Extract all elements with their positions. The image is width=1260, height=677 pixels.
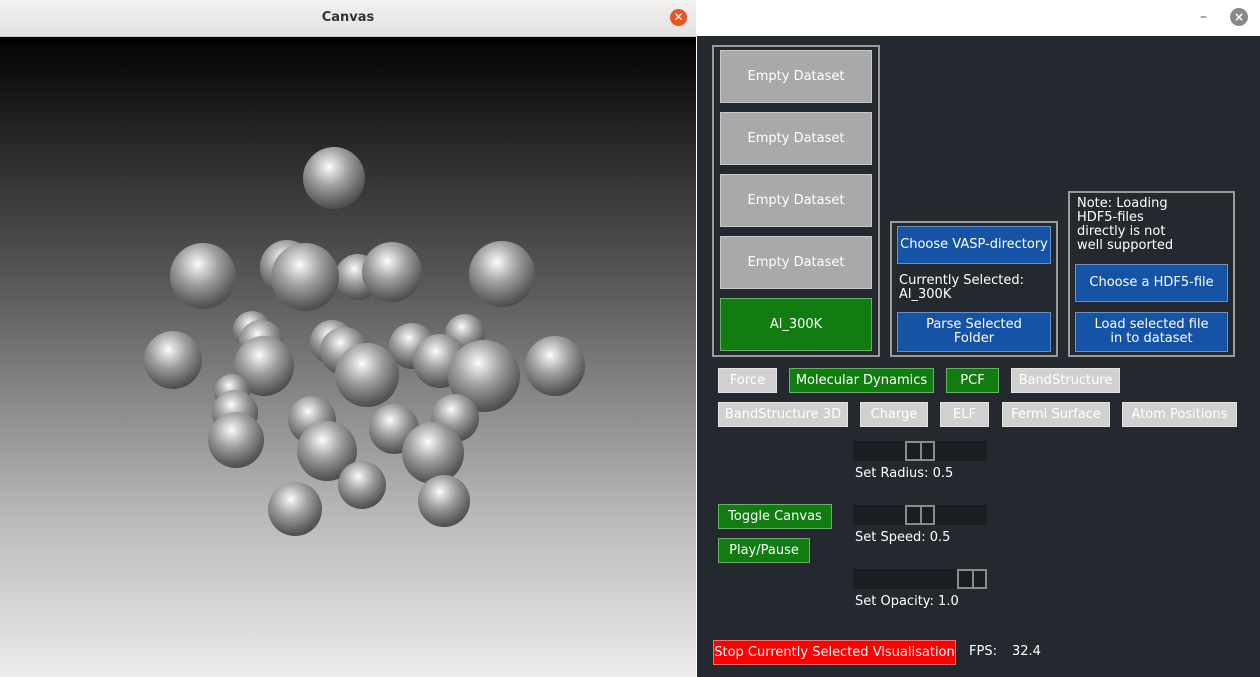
fps-value: 32.4	[1012, 644, 1041, 659]
atom-sphere	[402, 422, 464, 484]
atom-sphere	[469, 241, 535, 307]
atom-sphere	[208, 412, 264, 468]
atom-sphere	[268, 482, 322, 536]
atom-sphere	[335, 343, 399, 407]
toggle-canvas-button[interactable]: Toggle Canvas	[718, 504, 832, 529]
close-icon[interactable]: ×	[1230, 8, 1248, 26]
vis-atom-positions-button[interactable]: Atom Positions	[1122, 402, 1237, 427]
dataset-button-3[interactable]: Empty Dataset	[720, 174, 872, 227]
choose-vasp-directory-button[interactable]: Choose VASP-directory	[897, 226, 1051, 264]
dataset-button-1[interactable]: Empty Dataset	[720, 50, 872, 103]
hdf5-note: Note: Loading HDF5-files directly is not…	[1077, 196, 1174, 253]
canvas-title: Canvas	[321, 10, 375, 25]
dataset-button-2[interactable]: Empty Dataset	[720, 112, 872, 165]
vis-bandstructure-3d-button[interactable]: BandStructure 3D	[718, 402, 848, 427]
radius-slider[interactable]	[853, 441, 987, 461]
vis-molecular-dynamics-button[interactable]: Molecular Dynamics	[789, 368, 934, 393]
vis-bandstructure-button[interactable]: BandStructure	[1011, 368, 1120, 393]
3d-canvas[interactable]	[0, 37, 696, 677]
atom-sphere	[338, 461, 386, 509]
speed-slider[interactable]	[853, 505, 987, 525]
atom-sphere	[525, 336, 585, 396]
opacity-slider[interactable]	[853, 569, 987, 589]
atom-spheres	[144, 147, 585, 536]
vis-elf-button[interactable]: ELF	[940, 402, 989, 427]
atom-sphere	[418, 475, 470, 527]
opacity-label: Set Opacity: 1.0	[855, 594, 959, 609]
canvas-titlebar[interactable]: Canvas ✕	[0, 0, 696, 37]
radius-slider-handle[interactable]	[905, 441, 935, 461]
close-icon[interactable]: ✕	[670, 9, 687, 26]
atom-sphere	[303, 147, 365, 209]
vis-fermi-surface-button[interactable]: Fermi Surface	[1002, 402, 1110, 427]
load-file-into-dataset-button[interactable]: Load selected file in to dataset	[1075, 312, 1228, 352]
dataset-button-4[interactable]: Empty Dataset	[720, 236, 872, 289]
speed-slider-handle[interactable]	[905, 505, 935, 525]
vis-force-button[interactable]: Force	[718, 368, 777, 393]
stop-visualisation-button[interactable]: Stop Currently Selected Visualisation	[713, 640, 956, 665]
currently-selected-label: Currently Selected:	[899, 273, 1024, 288]
choose-hdf5-file-button[interactable]: Choose a HDF5-file	[1075, 264, 1228, 302]
parse-selected-folder-button[interactable]: Parse Selected Folder	[897, 312, 1051, 352]
atom-sphere	[144, 331, 202, 389]
atom-sphere	[170, 243, 236, 309]
atom-sphere	[362, 242, 422, 302]
vis-pcf-button[interactable]: PCF	[946, 368, 999, 393]
play-pause-button[interactable]: Play/Pause	[718, 538, 810, 563]
dataset-button-al-300k[interactable]: Al_300K	[720, 298, 872, 351]
control-titlebar[interactable]: – ×	[697, 0, 1260, 36]
canvas-window: Canvas ✕	[0, 0, 696, 677]
minimize-icon[interactable]: –	[1200, 9, 1207, 25]
atom-sphere	[271, 243, 339, 311]
speed-label: Set Speed: 0.5	[855, 530, 951, 545]
radius-label: Set Radius: 0.5	[855, 466, 954, 481]
opacity-slider-handle[interactable]	[957, 569, 987, 589]
vis-charge-button[interactable]: Charge	[860, 402, 928, 427]
control-window: – × Empty Dataset Empty Dataset Empty Da…	[697, 0, 1260, 677]
currently-selected-value: Al_300K	[899, 287, 952, 302]
fps-label: FPS:	[969, 644, 997, 659]
